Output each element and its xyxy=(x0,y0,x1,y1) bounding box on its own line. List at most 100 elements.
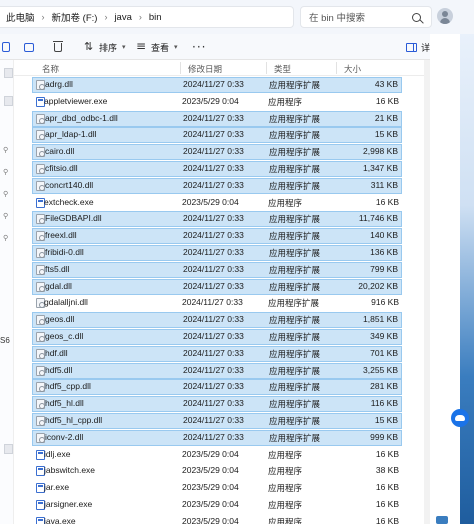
file-modified-date: 2024/11/27 0:33 xyxy=(183,179,244,190)
file-row[interactable]: extcheck.exe 2023/5/29 0:04 应用程序 16 KB xyxy=(32,195,402,211)
dll-file-icon xyxy=(36,416,45,426)
column-header-date[interactable]: 修改日期 xyxy=(188,63,222,75)
breadcrumb[interactable]: 此电脑 › 新加卷 (F:) › java › bin xyxy=(0,6,294,28)
chevron-down-icon: ▾ xyxy=(174,43,178,51)
share-button[interactable] xyxy=(24,39,38,55)
column-divider[interactable] xyxy=(266,62,267,74)
file-row[interactable]: hdf5_cpp.dll 2024/11/27 0:33 应用程序扩展 281 KB xyxy=(32,379,402,396)
file-row[interactable]: hdf5.dll 2024/11/27 0:33 应用程序扩展 3,255 KB xyxy=(32,362,402,379)
file-row[interactable]: hdf5_hl_cpp.dll 2024/11/27 0:33 应用程序扩展 15 K… xyxy=(32,413,402,429)
file-type: 应用程序 xyxy=(268,96,303,107)
file-size: 349 KB xyxy=(370,331,398,341)
taskbar-app-icon[interactable] xyxy=(436,516,448,524)
file-modified-date: 2024/11/27 0:33 xyxy=(183,79,244,89)
file-row[interactable]: cairo.dll 2024/11/27 0:33 应用程序扩展 2,998 KB xyxy=(32,144,402,161)
file-size: 3,255 KB xyxy=(363,364,398,375)
navigation-pane[interactable]: ⚲ ⚲ ⚲ ⚲ ⚲ S6 xyxy=(0,60,14,524)
file-size: 16 KB xyxy=(375,499,399,509)
dll-file-icon xyxy=(36,180,45,191)
details-pane-icon xyxy=(406,42,417,52)
dll-file-icon xyxy=(36,315,45,326)
file-name: appletviewer.exe xyxy=(44,95,108,106)
file-row[interactable]: cfitsio.dll 2024/11/27 0:33 应用程序扩展 1,347 KB xyxy=(32,161,402,177)
file-row[interactable]: FileGDBAPI.dll 2024/11/27 0:33 应用程序扩展 11,74… xyxy=(32,211,402,228)
file-row[interactable]: geos.dll 2024/11/27 0:33 应用程序扩展 1,851 KB xyxy=(32,312,402,329)
file-row[interactable]: geos_c.dll 2024/11/27 0:33 应用程序扩展 349 KB xyxy=(32,329,402,345)
file-explorer-window: 此电脑 › 新加卷 (F:) › java › bin 在 bin 中搜索 排序… xyxy=(0,0,474,524)
more-icon: ··· xyxy=(192,40,207,54)
file-row[interactable]: gdalalljni.dll 2024/11/27 0:33 应用程序扩展 916 K… xyxy=(32,295,402,311)
file-type: 应用程序扩展 xyxy=(269,214,321,225)
file-row[interactable]: apr_ldap-1.dll 2024/11/27 0:33 应用程序扩展 15 KB xyxy=(32,127,402,144)
file-row[interactable]: apr_dbd_odbc-1.dll 2024/11/27 0:33 应用程序扩展 2… xyxy=(32,110,402,127)
dll-file-icon xyxy=(36,365,45,376)
file-row[interactable]: gdal.dll 2024/11/27 0:33 应用程序扩展 20,202 KB xyxy=(32,278,402,295)
file-name: jar.exe xyxy=(44,482,70,493)
dll-file-icon xyxy=(36,432,45,443)
cloud-sync-icon[interactable] xyxy=(451,409,469,427)
breadcrumb-java[interactable]: java xyxy=(114,12,131,23)
command-bar: 排序 ▾ 查看 ▾ ··· 详细信息 xyxy=(0,34,474,60)
avatar[interactable] xyxy=(437,8,453,24)
file-row[interactable]: java.exe 2023/5/29 0:04 应用程序 16 KB xyxy=(32,514,402,524)
view-button[interactable]: 查看 ▾ xyxy=(136,39,178,55)
file-type: 应用程序扩展 xyxy=(269,332,321,342)
file-modified-date: 2023/5/29 0:04 xyxy=(182,499,239,509)
file-row[interactable]: idlj.exe 2023/5/29 0:04 应用程序 16 KB xyxy=(32,447,402,463)
file-name: hdf5_hl.dll xyxy=(45,398,84,409)
breadcrumb-this-pc[interactable]: 此电脑 xyxy=(6,10,35,24)
file-row[interactable]: jar.exe 2023/5/29 0:04 应用程序 16 KB xyxy=(32,480,402,496)
column-divider[interactable] xyxy=(336,62,337,74)
file-name: idlj.exe xyxy=(44,448,71,459)
more-options-button[interactable]: ··· xyxy=(192,39,206,55)
search-input[interactable]: 在 bin 中搜索 xyxy=(300,6,432,28)
delete-button[interactable] xyxy=(53,39,66,55)
file-size: 1,347 KB xyxy=(363,163,398,173)
file-size: 38 KB xyxy=(375,465,399,476)
file-size: 701 KB xyxy=(370,347,398,358)
column-header-size[interactable]: 大小 xyxy=(344,63,361,75)
file-row[interactable]: iconv-2.dll 2024/11/27 0:33 应用程序扩展 999 KB xyxy=(32,429,402,446)
nav-item-label[interactable]: S6 xyxy=(0,336,10,345)
file-type: 应用程序扩展 xyxy=(269,416,321,426)
file-row[interactable]: jabswitch.exe 2023/5/29 0:04 应用程序 38 KB xyxy=(32,463,402,479)
dll-file-icon xyxy=(36,214,45,225)
file-type: 应用程序扩展 xyxy=(269,80,321,90)
file-modified-date: 2024/11/27 0:33 xyxy=(183,263,244,274)
file-row[interactable]: adrg.dll 2024/11/27 0:33 应用程序扩展 43 KB xyxy=(32,77,402,93)
file-size: 999 KB xyxy=(370,431,398,442)
file-row[interactable]: hdf5_hl.dll 2024/11/27 0:33 应用程序扩展 116 KB xyxy=(32,396,402,413)
column-divider[interactable] xyxy=(180,62,181,74)
address-bar-area: 此电脑 › 新加卷 (F:) › java › bin 在 bin 中搜索 xyxy=(0,0,474,34)
nav-item-icon[interactable] xyxy=(4,444,13,454)
pin-icon: ⚲ xyxy=(3,190,9,198)
file-type: 应用程序扩展 xyxy=(269,147,321,158)
file-row[interactable]: appletviewer.exe 2023/5/29 0:04 应用程序 16 KB xyxy=(32,94,402,110)
file-list[interactable]: 名称 修改日期 类型 大小 adrg.dll 2024/11/27 0:33 应用程… xyxy=(14,60,424,524)
file-size: 16 KB xyxy=(375,95,399,106)
nav-item-icon[interactable] xyxy=(4,68,13,78)
file-modified-date: 2024/11/27 0:33 xyxy=(183,381,244,392)
file-row[interactable]: hdf.dll 2024/11/27 0:33 应用程序扩展 701 KB xyxy=(32,345,402,362)
file-size: 1,851 KB xyxy=(363,314,398,325)
copy-icon xyxy=(2,42,10,52)
file-modified-date: 2023/5/29 0:04 xyxy=(182,482,239,493)
file-row[interactable]: jarsigner.exe 2023/5/29 0:04 应用程序 16 KB xyxy=(32,497,402,513)
file-type: 应用程序扩展 xyxy=(269,264,321,275)
column-header-type[interactable]: 类型 xyxy=(274,63,291,75)
copy-button[interactable] xyxy=(2,39,14,55)
file-modified-date: 2024/11/27 0:33 xyxy=(183,129,244,140)
column-header-row: 名称 修改日期 类型 大小 xyxy=(14,60,424,76)
file-row[interactable]: freexl.dll 2024/11/27 0:33 应用程序扩展 140 KB xyxy=(32,228,402,245)
file-row[interactable]: fribidi-0.dll 2024/11/27 0:33 应用程序扩展 136 KB xyxy=(32,245,402,261)
sort-button[interactable]: 排序 ▾ xyxy=(84,39,126,55)
breadcrumb-volume[interactable]: 新加卷 (F:) xyxy=(52,10,98,24)
column-header-name[interactable]: 名称 xyxy=(42,63,59,75)
search-icon[interactable] xyxy=(412,13,421,22)
nav-item-icon[interactable] xyxy=(4,96,13,106)
file-name: adrg.dll xyxy=(45,79,73,89)
breadcrumb-bin[interactable]: bin xyxy=(149,12,162,23)
dll-file-icon xyxy=(36,248,45,258)
file-row[interactable]: concrt140.dll 2024/11/27 0:33 应用程序扩展 311 KB xyxy=(32,177,402,194)
file-row[interactable]: fts5.dll 2024/11/27 0:33 应用程序扩展 799 KB xyxy=(32,261,402,278)
